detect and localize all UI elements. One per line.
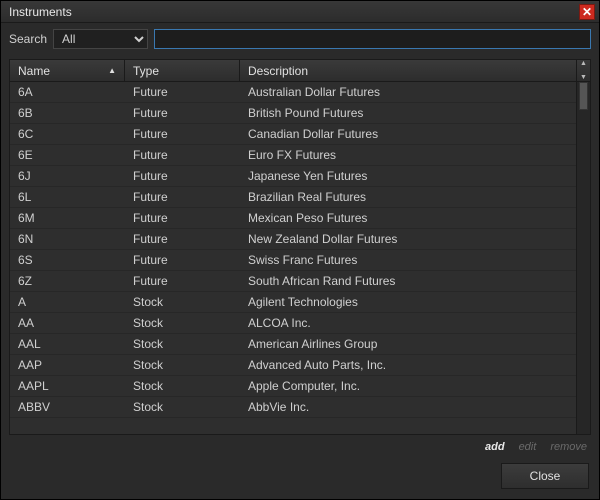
cell-type: Stock [125,400,240,414]
chevron-up-icon: ▲ [580,60,587,67]
cell-type: Future [125,106,240,120]
cell-name: 6L [10,190,125,204]
cell-description: American Airlines Group [240,337,576,351]
close-button[interactable]: Close [501,463,589,489]
titlebar: Instruments ✕ [1,1,599,23]
table-row[interactable]: AStockAgilent Technologies [10,292,576,313]
close-icon[interactable]: ✕ [579,4,595,20]
cell-name: A [10,295,125,309]
cell-type: Future [125,148,240,162]
cell-type: Future [125,274,240,288]
cell-name: ABBV [10,400,125,414]
sort-asc-icon: ▲ [108,66,116,75]
cell-name: 6M [10,211,125,225]
cell-name: AAP [10,358,125,372]
scroll-buttons[interactable]: ▲ ▼ [576,60,590,81]
cell-description: Japanese Yen Futures [240,169,576,183]
instruments-window: Instruments ✕ Search All Name ▲ Type Des… [0,0,600,500]
edit-link: edit [519,441,537,453]
row-actions: add edit remove [1,435,599,457]
column-header-type[interactable]: Type [125,60,240,81]
cell-name: AAPL [10,379,125,393]
cell-type: Future [125,190,240,204]
table-row[interactable]: 6JFutureJapanese Yen Futures [10,166,576,187]
table-row[interactable]: AAPLStockApple Computer, Inc. [10,376,576,397]
cell-type: Stock [125,358,240,372]
cell-type: Future [125,169,240,183]
cell-description: New Zealand Dollar Futures [240,232,576,246]
cell-type: Stock [125,316,240,330]
search-input[interactable] [154,29,591,49]
table-row[interactable]: 6EFutureEuro FX Futures [10,145,576,166]
table-row[interactable]: 6ZFutureSouth African Rand Futures [10,271,576,292]
cell-name: 6C [10,127,125,141]
cell-description: South African Rand Futures [240,274,576,288]
cell-description: ALCOA Inc. [240,316,576,330]
cell-description: AbbVie Inc. [240,400,576,414]
cell-name: 6Z [10,274,125,288]
search-filter-dropdown[interactable]: All [53,29,148,49]
cell-description: Australian Dollar Futures [240,85,576,99]
vertical-scrollbar[interactable] [576,82,590,434]
search-row: Search All [1,23,599,55]
cell-description: Apple Computer, Inc. [240,379,576,393]
cell-name: 6B [10,106,125,120]
cell-description: Euro FX Futures [240,148,576,162]
table-row[interactable]: ABBVStockAbbVie Inc. [10,397,576,418]
table-body: 6AFutureAustralian Dollar Futures6BFutur… [10,82,590,434]
chevron-down-icon: ▼ [580,74,587,81]
cell-description: Mexican Peso Futures [240,211,576,225]
table-row[interactable]: 6NFutureNew Zealand Dollar Futures [10,229,576,250]
add-link[interactable]: add [485,441,505,453]
cell-name: 6N [10,232,125,246]
cell-name: AA [10,316,125,330]
cell-name: 6A [10,85,125,99]
cell-description: Brazilian Real Futures [240,190,576,204]
table-row[interactable]: 6AFutureAustralian Dollar Futures [10,82,576,103]
cell-description: Advanced Auto Parts, Inc. [240,358,576,372]
column-header-type-label: Type [133,64,159,78]
cell-type: Stock [125,337,240,351]
column-header-name[interactable]: Name ▲ [10,60,125,81]
footer: Close [1,457,599,499]
scrollbar-thumb[interactable] [579,82,588,110]
instruments-table: Name ▲ Type Description ▲ ▼ 6AFutureAust… [9,59,591,435]
column-header-description-label: Description [248,64,308,78]
cell-description: Canadian Dollar Futures [240,127,576,141]
cell-name: 6S [10,253,125,267]
cell-name: 6J [10,169,125,183]
table-row[interactable]: 6MFutureMexican Peso Futures [10,208,576,229]
cell-description: British Pound Futures [240,106,576,120]
table-row[interactable]: AAStockALCOA Inc. [10,313,576,334]
column-header-description[interactable]: Description [240,60,576,81]
table-row[interactable]: 6CFutureCanadian Dollar Futures [10,124,576,145]
cell-description: Agilent Technologies [240,295,576,309]
window-title: Instruments [9,5,579,19]
cell-name: AAL [10,337,125,351]
table-row[interactable]: 6LFutureBrazilian Real Futures [10,187,576,208]
table-row[interactable]: 6BFutureBritish Pound Futures [10,103,576,124]
cell-type: Future [125,127,240,141]
table-row[interactable]: AAPStockAdvanced Auto Parts, Inc. [10,355,576,376]
cell-type: Stock [125,295,240,309]
cell-description: Swiss Franc Futures [240,253,576,267]
column-header-name-label: Name [18,64,50,78]
table-row[interactable]: 6SFutureSwiss Franc Futures [10,250,576,271]
table-header: Name ▲ Type Description ▲ ▼ [10,60,590,82]
cell-type: Future [125,211,240,225]
cell-type: Future [125,232,240,246]
table-row[interactable]: AALStockAmerican Airlines Group [10,334,576,355]
cell-name: 6E [10,148,125,162]
cell-type: Future [125,253,240,267]
remove-link: remove [550,441,587,453]
cell-type: Stock [125,379,240,393]
search-label: Search [9,32,47,46]
cell-type: Future [125,85,240,99]
